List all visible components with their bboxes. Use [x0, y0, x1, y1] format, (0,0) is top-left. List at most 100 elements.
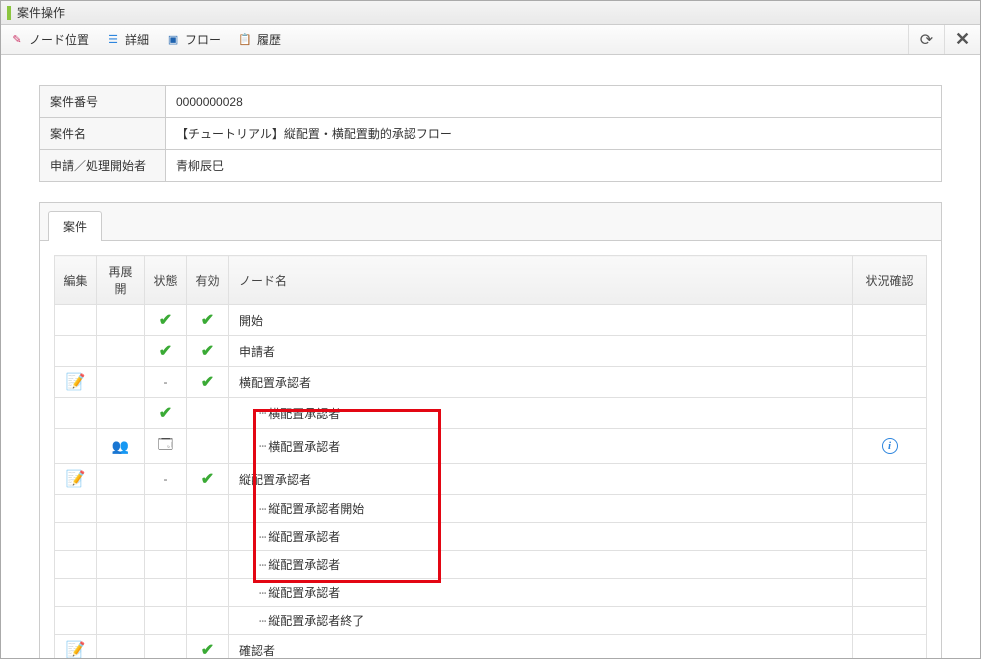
tab-case[interactable]: 案件	[48, 211, 102, 241]
node-name-text: 縦配置承認者開始	[268, 500, 364, 517]
cell-edit	[55, 336, 97, 367]
cell-node-name: ⋯横配置承認者	[229, 398, 853, 429]
cell-confirm	[853, 551, 927, 579]
cell-edit: 📝	[55, 635, 97, 659]
header-edit: 編集	[55, 256, 97, 305]
tree-child-node: ⋯縦配置承認者	[239, 584, 340, 601]
app-window: 案件操作 ✎ ノード位置 ☰ 詳細 ▣ フロー 📋 履歴 ⟳ ✕	[0, 0, 981, 659]
table-row: ✔ ✔ 申請者	[55, 336, 927, 367]
table-row: 📝-✔横配置承認者	[55, 367, 927, 398]
reopen-icon[interactable]: 👥	[112, 438, 129, 454]
cell-node-name: ⋯縦配置承認者終了	[229, 607, 853, 635]
check-icon: ✔	[159, 405, 172, 422]
cell-edit	[55, 305, 97, 336]
node-name-text: 横配置承認者	[268, 438, 340, 455]
cell-confirm: i	[853, 429, 927, 464]
cell-reopen: 👥	[97, 429, 145, 464]
tree-branch-icon: ⋯	[259, 586, 266, 600]
history-icon: 📋	[237, 32, 253, 48]
cell-confirm	[853, 495, 927, 523]
titlebar: 案件操作	[1, 1, 980, 25]
cell-state	[145, 495, 187, 523]
cell-reopen	[97, 635, 145, 659]
node-name-text: 縦配置承認者	[268, 528, 340, 545]
cell-edit	[55, 495, 97, 523]
window-title: 案件操作	[17, 4, 65, 21]
cell-edit: 📝	[55, 367, 97, 398]
node-name-text: 縦配置承認者	[239, 473, 311, 487]
cell-state	[145, 635, 187, 659]
cell-node-name: 開始	[229, 305, 853, 336]
detail-label: 詳細	[125, 31, 149, 48]
node-name-text: 縦配置承認者	[268, 556, 340, 573]
header-node-name: ノード名	[229, 256, 853, 305]
cell-confirm	[853, 579, 927, 607]
check-icon: ✔	[201, 343, 214, 360]
table-row: ⋯縦配置承認者開始	[55, 495, 927, 523]
node-position-icon: ✎	[9, 32, 25, 48]
edit-row-icon[interactable]: 📝	[66, 374, 86, 391]
cell-node-name: ⋯横配置承認者	[229, 429, 853, 464]
check-icon: ✔	[159, 312, 172, 329]
grid-header-row: 編集 再展開 状態 有効 ノード名 状況確認	[55, 256, 927, 305]
cell-state: ✔	[145, 398, 187, 429]
header-reopen: 再展開	[97, 256, 145, 305]
tree-child-node: ⋯横配置承認者	[239, 438, 340, 455]
cell-reopen	[97, 336, 145, 367]
edit-row-icon[interactable]: 📝	[66, 471, 86, 488]
table-row: ✔ ✔ 開始	[55, 305, 927, 336]
cell-valid	[187, 579, 229, 607]
dash-icon: -	[164, 472, 168, 486]
node-name-text: 開始	[239, 314, 263, 328]
cell-node-name: 縦配置承認者	[229, 464, 853, 495]
tab-body: 編集 再展開 状態 有効 ノード名 状況確認 ✔✔開始✔✔申請者📝-✔横配置承認…	[39, 240, 942, 659]
cell-state: -	[145, 367, 187, 398]
tree-child-node: ⋯横配置承認者	[239, 405, 340, 422]
cell-confirm	[853, 398, 927, 429]
toolbar-right: ⟳ ✕	[908, 25, 980, 54]
tabs-container: 案件	[39, 202, 942, 241]
cell-valid: ✔	[187, 635, 229, 659]
close-button[interactable]: ✕	[944, 25, 980, 54]
cell-node-name: ⋯縦配置承認者	[229, 523, 853, 551]
cell-reopen	[97, 398, 145, 429]
table-row: ⋯縦配置承認者	[55, 579, 927, 607]
tree-branch-icon: ⋯	[259, 439, 266, 453]
edit-row-icon[interactable]: 📝	[66, 642, 86, 659]
table-row: ✔ ⋯横配置承認者	[55, 398, 927, 429]
state-icon[interactable]: 🗔	[158, 436, 173, 452]
table-row: ⋯縦配置承認者	[55, 523, 927, 551]
table-row: 👥 🗔 ⋯横配置承認者 i	[55, 429, 927, 464]
tree-branch-icon: ⋯	[259, 502, 266, 516]
cell-valid: ✔	[187, 336, 229, 367]
refresh-button[interactable]: ⟳	[908, 25, 944, 54]
cell-node-name: 確認者	[229, 635, 853, 659]
node-position-button[interactable]: ✎ ノード位置	[9, 31, 89, 48]
cell-valid: ✔	[187, 305, 229, 336]
cell-confirm	[853, 635, 927, 659]
header-valid: 有効	[187, 256, 229, 305]
cell-reopen	[97, 495, 145, 523]
tree-child-node: ⋯縦配置承認者	[239, 528, 340, 545]
flow-icon: ▣	[165, 32, 181, 48]
cell-state	[145, 579, 187, 607]
node-name-text: 申請者	[239, 345, 275, 359]
table-row: ⋯縦配置承認者	[55, 551, 927, 579]
content-area: 案件番号 0000000028 案件名 【チュートリアル】縦配置・横配置動的承認…	[1, 55, 980, 659]
cell-edit	[55, 579, 97, 607]
cell-edit	[55, 523, 97, 551]
flow-button[interactable]: ▣ フロー	[165, 31, 221, 48]
node-position-label: ノード位置	[29, 31, 89, 48]
history-button[interactable]: 📋 履歴	[237, 31, 281, 48]
info-icon[interactable]: i	[882, 438, 898, 454]
cell-state	[145, 551, 187, 579]
cell-edit	[55, 429, 97, 464]
cell-reopen	[97, 367, 145, 398]
cell-reopen	[97, 551, 145, 579]
cell-state: ✔	[145, 336, 187, 367]
case-no-value: 0000000028	[166, 86, 942, 118]
cell-state	[145, 607, 187, 635]
detail-button[interactable]: ☰ 詳細	[105, 31, 149, 48]
cell-state: 🗔	[145, 429, 187, 464]
tree-child-node: ⋯縦配置承認者開始	[239, 500, 364, 517]
